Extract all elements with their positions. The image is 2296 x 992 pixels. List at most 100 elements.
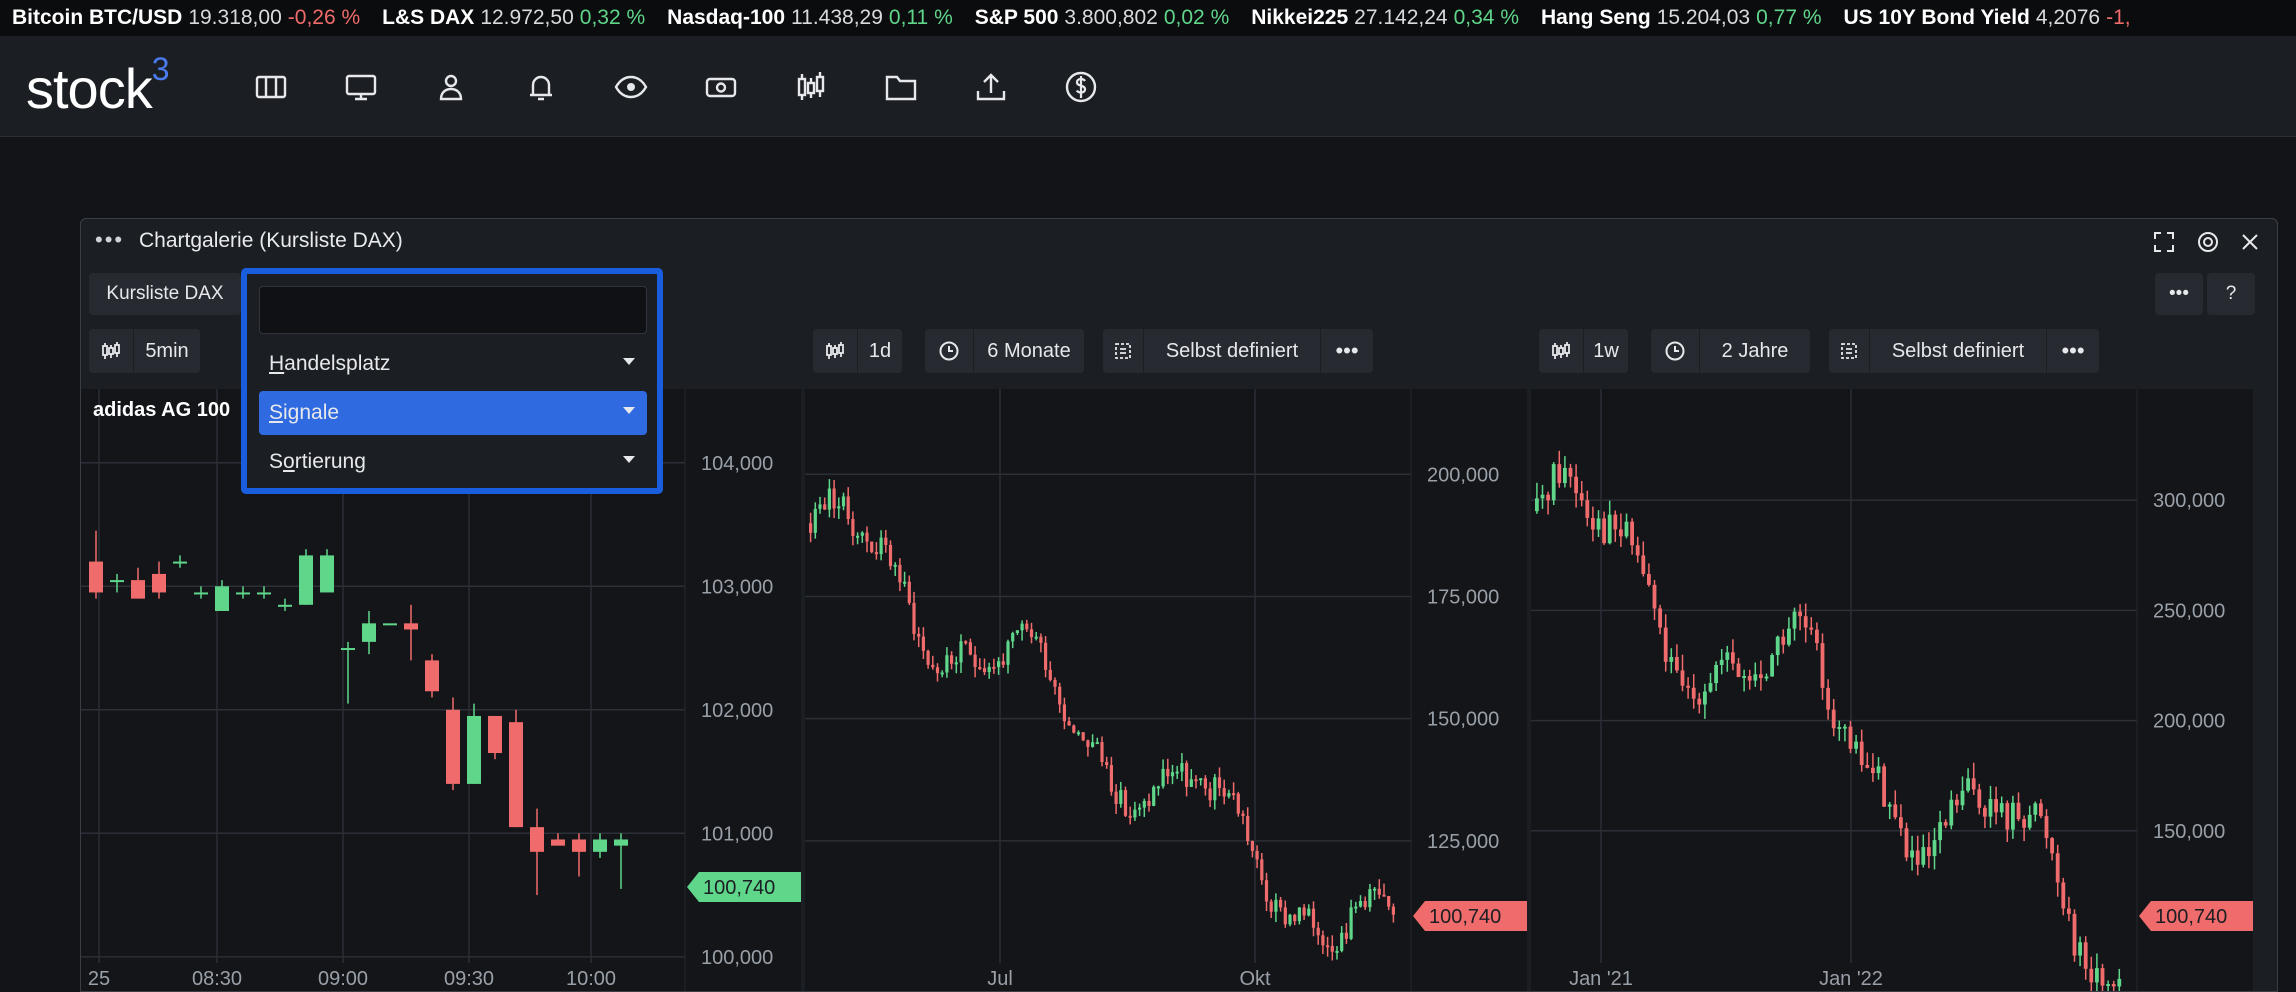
candle-body xyxy=(362,623,376,642)
interval-button[interactable]: 5min xyxy=(134,329,200,373)
candle-body xyxy=(1652,584,1657,609)
chart-panel[interactable]: 200,000 175,000 150,000 125,000 Jul Okt 100,74… xyxy=(805,389,1527,991)
window-menu-icon[interactable]: ••• xyxy=(95,227,124,253)
period-selector[interactable]: 6 Monate xyxy=(925,329,1084,373)
candle-body xyxy=(860,532,864,536)
ticker-item[interactable]: S&P 500 3.800,802 0,02 % xyxy=(975,0,1230,36)
candlestick-type-icon[interactable] xyxy=(813,329,858,373)
candle-body xyxy=(1222,787,1226,797)
candle-body xyxy=(917,633,921,637)
candle-body xyxy=(1691,687,1696,699)
style-icon[interactable] xyxy=(1103,329,1144,373)
candle-body xyxy=(1966,778,1970,791)
candle-body xyxy=(1246,815,1250,842)
candle-body xyxy=(1983,807,1987,817)
interval-selector[interactable]: 1w xyxy=(1539,329,1628,373)
panel-more-button[interactable]: ••• xyxy=(2047,329,2099,373)
candlestick-type-icon[interactable] xyxy=(89,329,134,373)
chevron-down-icon xyxy=(623,456,635,463)
ticker-item[interactable]: Nikkei225 27.142,24 0,34 % xyxy=(1251,0,1519,36)
close-icon[interactable] xyxy=(2235,227,2265,257)
y-tick-label: 100,000 xyxy=(701,947,773,969)
dropdown-item-handelsplatz[interactable]: Handelsplatz xyxy=(259,342,647,386)
ticker-value: 12.972,50 xyxy=(480,6,574,29)
panel-more-button[interactable]: ••• xyxy=(1321,329,1373,373)
candle-body xyxy=(1540,494,1545,499)
style-button[interactable]: Selbst definiert xyxy=(1144,329,1321,373)
candle-body xyxy=(1719,659,1724,665)
interval-button[interactable]: 1w xyxy=(1584,329,1628,373)
interval-selector[interactable]: 5min xyxy=(89,329,200,373)
candle-body xyxy=(152,573,166,593)
y-tick-label: 101,000 xyxy=(701,823,773,845)
monitor-icon[interactable] xyxy=(340,66,382,108)
candle-body xyxy=(1311,908,1316,928)
candle-body xyxy=(1736,663,1741,678)
candle-body xyxy=(2078,942,2082,956)
period-selector[interactable]: 2 Jahre xyxy=(1651,329,1810,373)
period-button[interactable]: 6 Monate xyxy=(974,329,1084,373)
ticker-value: 11.438,29 xyxy=(791,6,883,29)
candle-body xyxy=(1703,691,1707,705)
dollar-icon[interactable] xyxy=(1060,66,1102,108)
dropdown-item-sortierung[interactable]: Sortierung xyxy=(259,440,647,484)
ticker-item[interactable]: L&S DAX 12.972,50 0,32 % xyxy=(382,0,645,36)
style-icon[interactable] xyxy=(1829,329,1870,373)
dropdown-item-label: Sortierung xyxy=(269,450,366,473)
chart-panel[interactable]: 300,000 250,000 200,000 150,000 Jan '21 Jan '… xyxy=(1531,389,2253,991)
candle-body xyxy=(903,581,907,584)
ticker-value: 4,2076 xyxy=(2035,6,2101,29)
folder-icon[interactable] xyxy=(880,66,922,108)
eye-icon[interactable] xyxy=(610,66,652,108)
ticker-item[interactable]: US 10Y Bond Yield 4,2076 -1, xyxy=(1844,0,2131,36)
chart-style-selector[interactable]: Selbst definiert ••• xyxy=(1829,329,2099,373)
help-button[interactable]: ? xyxy=(2207,273,2255,315)
interval-selector[interactable]: 1d xyxy=(813,329,902,373)
user-icon[interactable] xyxy=(430,66,472,108)
candle-body xyxy=(1293,914,1297,922)
candle-body xyxy=(907,581,911,603)
more-options-button[interactable]: ••• xyxy=(2155,273,2203,315)
candle-body xyxy=(1809,627,1814,630)
candle-body xyxy=(1382,894,1386,897)
filter-search-input[interactable] xyxy=(259,286,647,334)
style-button[interactable]: Selbst definiert xyxy=(1870,329,2047,373)
target-icon[interactable] xyxy=(2193,227,2223,257)
cash-icon[interactable] xyxy=(700,66,742,108)
ticker-name: Nikkei225 xyxy=(1251,6,1349,29)
candle-body xyxy=(1574,476,1578,494)
chart-style-selector[interactable]: Selbst definiert ••• xyxy=(1103,329,1373,373)
dropdown-item-signale[interactable]: Signale xyxy=(259,391,647,435)
candlestick-icon[interactable] xyxy=(790,66,832,108)
candle-body xyxy=(926,650,930,665)
ticker-item[interactable]: Hang Seng 15.204,03 0,77 % xyxy=(1541,0,1822,36)
candle-body xyxy=(809,523,813,533)
ticker-item[interactable]: Bitcoin BTC/USD 19.318,00 -0,26 % xyxy=(12,0,360,36)
candle-body xyxy=(446,709,460,784)
upload-icon[interactable] xyxy=(970,66,1012,108)
kursliste-dax-button[interactable]: Kursliste DAX xyxy=(89,273,241,315)
bell-icon[interactable] xyxy=(520,66,562,108)
candlestick-chart[interactable]: 300,000 250,000 200,000 150,000 Jan '21 Jan '… xyxy=(1531,389,2253,991)
candle-body xyxy=(1335,950,1339,953)
candle-body xyxy=(1658,608,1662,628)
candle-body xyxy=(1686,685,1690,688)
candle-body xyxy=(1180,763,1184,772)
clock-icon[interactable] xyxy=(1651,329,1700,373)
columns-icon[interactable] xyxy=(250,66,292,108)
candlestick-chart[interactable]: 200,000 175,000 150,000 125,000 Jul Okt 100,74… xyxy=(805,389,1527,991)
candle-body xyxy=(1859,741,1864,765)
candle-body xyxy=(89,561,103,593)
period-button[interactable]: 2 Jahre xyxy=(1700,329,1810,373)
candle-body xyxy=(1921,847,1926,865)
candle-body xyxy=(1034,636,1038,639)
stock3-logo[interactable]: stock3 xyxy=(26,51,169,121)
maximize-icon[interactable] xyxy=(2149,227,2179,257)
ticker-item[interactable]: Nasdaq-100 11.438,29 0,11 % xyxy=(667,0,953,36)
clock-icon[interactable] xyxy=(925,329,974,373)
interval-button[interactable]: 1d xyxy=(858,329,902,373)
candle-body xyxy=(1354,906,1358,909)
candle-body xyxy=(954,662,958,665)
candle-body xyxy=(1624,521,1629,537)
candlestick-type-icon[interactable] xyxy=(1539,329,1584,373)
